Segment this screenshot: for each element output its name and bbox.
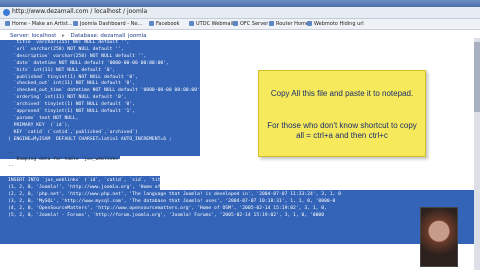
code-line: `description` varchar(250) NOT NULL defa… — [8, 53, 147, 59]
bookmark-item[interactable]: OFC Server — [232, 20, 268, 28]
note-line-1: Copy All this file and paste it to notep… — [270, 89, 414, 98]
bookmark-item[interactable]: UTDC Webmail — [188, 20, 233, 28]
code-line: -- — [8, 164, 14, 170]
note-line-2: For those who don't know shortcut to cop… — [267, 121, 417, 140]
address-text[interactable]: http://www.dezamall.com / localhost / jo… — [12, 8, 147, 15]
presenter-webcam — [420, 207, 458, 267]
bookmarks-bar: Home - Make an Artist... Joomla Dashboar… — [0, 19, 480, 30]
scrollbar-thumb[interactable] — [474, 42, 480, 112]
code-line: `date` datetime NOT NULL default '0000-0… — [8, 60, 169, 66]
globe-icon — [3, 9, 10, 16]
code-line: (4, 2, 0, 'OpenSourceMatters', 'http://w… — [8, 205, 327, 211]
browser-title-bar — [0, 0, 480, 7]
code-line: INSERT INTO `jos_weblinks` (`id`, `catid… — [8, 178, 356, 184]
address-bar[interactable]: http://www.dezamall.com / localhost / jo… — [0, 7, 480, 19]
code-line: (5, 2, 0, 'Joomla! - Forums', 'http://fo… — [8, 212, 325, 218]
instruction-note: Copy All this file and paste it to notep… — [258, 70, 426, 157]
bookmark-item[interactable]: Facebook — [148, 20, 180, 28]
code-line: (3, 2, 0, 'MySQL', 'http://www.mysql.com… — [8, 198, 336, 204]
bookmark-item[interactable]: Home - Make an Artist... — [4, 20, 73, 28]
bookmark-item[interactable]: Joomla Dashboard - Ne... — [72, 20, 142, 28]
code-line: (1, 2, 0, 'Joomla!', 'http://www.joomla.… — [8, 185, 358, 191]
code-line: (2, 2, 0, 'php.net', 'http://www.php.net… — [8, 191, 342, 197]
bookmark-item[interactable]: Webmoto Hiding url — [306, 20, 364, 28]
bookmark-item[interactable]: Router Home — [268, 20, 309, 28]
code-line: `url` varchar(250) NOT NULL default '', — [8, 46, 124, 52]
code-line: `title` varchar(255) NOT NULL default ''… — [8, 40, 130, 45]
code-line: -- Dumping data for table `jos_weblinks` — [8, 157, 121, 163]
